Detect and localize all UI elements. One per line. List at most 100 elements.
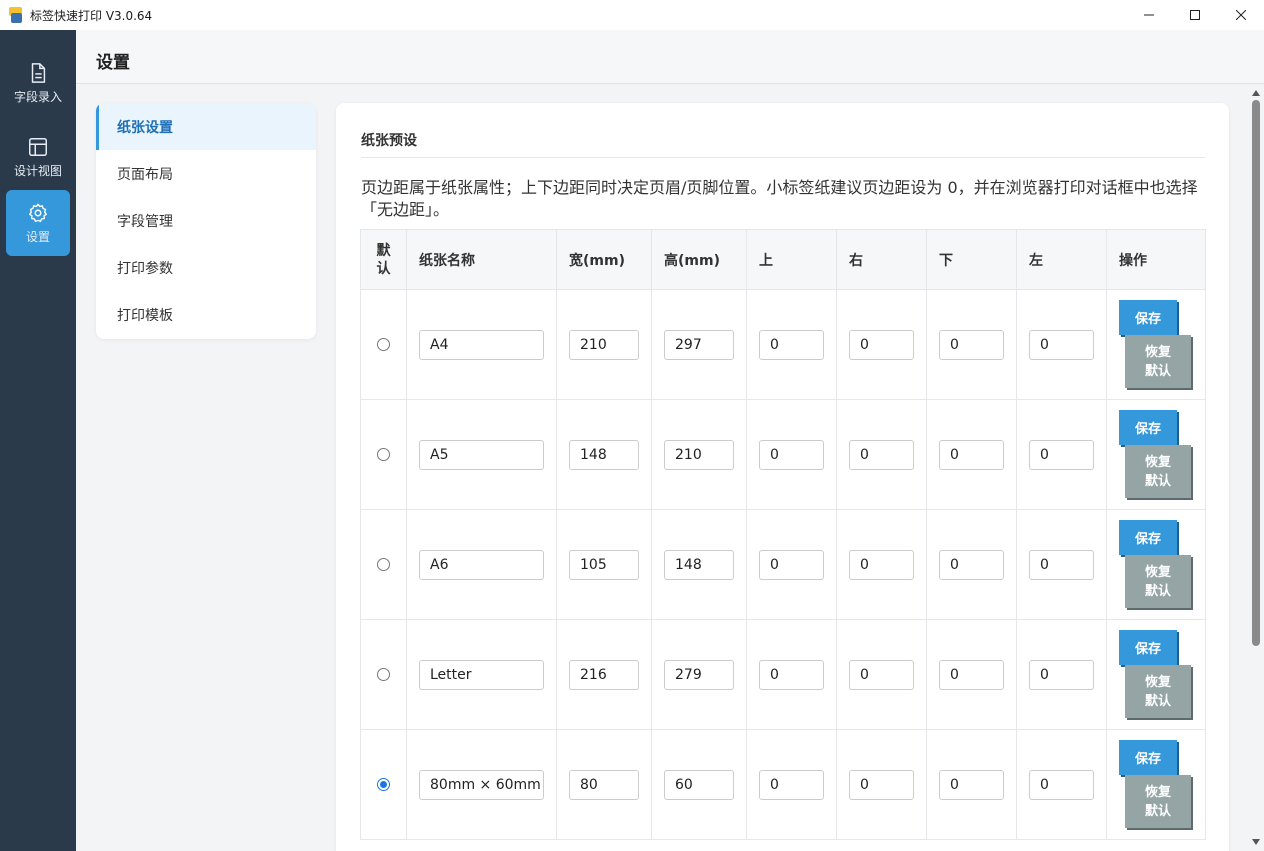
margin-top-cell: 0 <box>746 619 837 730</box>
table-row: Letter 216 279 0 0 0 0 保存 恢复 默认 <box>360 619 1206 730</box>
close-icon <box>1236 10 1246 20</box>
margin-bottom-cell: 0 <box>926 619 1017 730</box>
default-radio[interactable] <box>377 778 390 791</box>
margin-left-cell: 0 <box>1016 619 1107 730</box>
ops-cell: 保存 恢复 默认 <box>1106 729 1206 840</box>
column-header-ops: 操作 <box>1106 229 1206 290</box>
scroll-down-arrow-icon[interactable] <box>1252 839 1260 845</box>
nav-item-settings[interactable]: 设置 <box>6 190 70 256</box>
name-cell: 80mm × 60mm（ <box>406 729 557 840</box>
restore-default-button[interactable]: 恢复 默认 <box>1125 665 1191 718</box>
ops-cell: 保存 恢复 默认 <box>1106 619 1206 730</box>
margin-bottom-input[interactable]: 0 <box>939 659 1004 690</box>
margin-top-input[interactable]: 0 <box>759 659 824 690</box>
nav-item-design-view[interactable]: 设计视图 <box>6 124 70 190</box>
save-button[interactable]: 保存 <box>1119 740 1177 775</box>
width-input[interactable]: 148 <box>569 439 639 470</box>
paper-name-input[interactable]: A4 <box>419 329 544 360</box>
column-header-top: 上 <box>746 229 837 290</box>
margin-top-input[interactable]: 0 <box>759 329 824 360</box>
title-bar: 标签快速打印 V3.0.64 <box>0 0 1264 30</box>
restore-default-button[interactable]: 恢复 默认 <box>1125 775 1191 828</box>
height-input[interactable]: 297 <box>664 329 734 360</box>
default-radio[interactable] <box>377 448 390 461</box>
margin-left-cell: 0 <box>1016 729 1107 840</box>
paper-name-input[interactable]: Letter <box>419 659 544 690</box>
width-cell: 105 <box>556 509 652 620</box>
menu-item-page-layout[interactable]: 页面布局 <box>96 150 316 197</box>
width-cell: 210 <box>556 289 652 400</box>
margin-top-input[interactable]: 0 <box>759 769 824 800</box>
save-button[interactable]: 保存 <box>1119 630 1177 665</box>
save-button[interactable]: 保存 <box>1119 300 1177 335</box>
menu-item-field-management[interactable]: 字段管理 <box>96 197 316 244</box>
margin-right-input[interactable]: 0 <box>849 659 914 690</box>
paper-name-input[interactable]: 80mm × 60mm（ <box>419 769 544 800</box>
menu-item-paper-settings[interactable]: 纸张设置 <box>96 103 316 150</box>
height-input[interactable]: 279 <box>664 659 734 690</box>
margin-bottom-input[interactable]: 0 <box>939 439 1004 470</box>
page-header: 设置 <box>76 30 1264 84</box>
restore-default-button[interactable]: 恢复 默认 <box>1125 555 1191 608</box>
menu-item-print-template[interactable]: 打印模板 <box>96 291 316 338</box>
default-cell <box>360 289 407 400</box>
height-input[interactable]: 60 <box>664 769 734 800</box>
margin-left-cell: 0 <box>1016 289 1107 400</box>
margin-left-input[interactable]: 0 <box>1029 769 1094 800</box>
maximize-icon <box>1190 10 1200 20</box>
ops-cell: 保存 恢复 默认 <box>1106 509 1206 620</box>
margin-bottom-input[interactable]: 0 <box>939 329 1004 360</box>
margin-left-input[interactable]: 0 <box>1029 329 1094 360</box>
margin-top-cell: 0 <box>746 289 837 400</box>
width-input[interactable]: 80 <box>569 769 639 800</box>
margin-top-cell: 0 <box>746 399 837 510</box>
margin-left-input[interactable]: 0 <box>1029 439 1094 470</box>
close-button[interactable] <box>1218 0 1264 30</box>
minimize-button[interactable] <box>1126 0 1172 30</box>
margin-top-input[interactable]: 0 <box>759 549 824 580</box>
margin-bottom-input[interactable]: 0 <box>939 769 1004 800</box>
maximize-button[interactable] <box>1172 0 1218 30</box>
section-title: 纸张预设 <box>361 133 417 149</box>
nav-rail: 字段录入 设计视图 设置 <box>0 30 76 851</box>
height-input[interactable]: 148 <box>664 549 734 580</box>
width-input[interactable]: 105 <box>569 549 639 580</box>
default-radio[interactable] <box>377 558 390 571</box>
nav-item-field-entry[interactable]: 字段录入 <box>6 50 70 116</box>
nav-item-label: 字段录入 <box>13 89 62 104</box>
margin-bottom-input[interactable]: 0 <box>939 549 1004 580</box>
window-title: 标签快速打印 V3.0.64 <box>30 8 153 23</box>
save-button[interactable]: 保存 <box>1119 520 1177 555</box>
column-header-left: 左 <box>1016 229 1107 290</box>
margin-right-input[interactable]: 0 <box>849 329 914 360</box>
margin-right-cell: 0 <box>836 619 927 730</box>
margin-right-input[interactable]: 0 <box>849 439 914 470</box>
margin-left-input[interactable]: 0 <box>1029 659 1094 690</box>
margin-right-input[interactable]: 0 <box>849 769 914 800</box>
scroll-up-arrow-icon[interactable] <box>1252 90 1260 96</box>
settings-menu: 纸张设置 页面布局 字段管理 打印参数 打印模板 <box>96 103 316 339</box>
page-scrollbar[interactable] <box>1248 84 1264 851</box>
save-button[interactable]: 保存 <box>1119 410 1177 445</box>
margin-left-input[interactable]: 0 <box>1029 549 1094 580</box>
margin-bottom-cell: 0 <box>926 289 1017 400</box>
restore-default-button[interactable]: 恢复 默认 <box>1125 445 1191 498</box>
default-cell <box>360 509 407 620</box>
restore-default-button[interactable]: 恢复 默认 <box>1125 335 1191 388</box>
width-input[interactable]: 216 <box>569 659 639 690</box>
paper-name-input[interactable]: A5 <box>419 439 544 470</box>
margin-right-input[interactable]: 0 <box>849 549 914 580</box>
name-cell: A6 <box>406 509 557 620</box>
height-cell: 210 <box>651 399 747 510</box>
height-input[interactable]: 210 <box>664 439 734 470</box>
margin-top-input[interactable]: 0 <box>759 439 824 470</box>
default-radio[interactable] <box>377 338 390 351</box>
default-radio[interactable] <box>377 668 390 681</box>
nav-item-label: 设计视图 <box>13 163 62 178</box>
default-cell <box>360 729 407 840</box>
width-input[interactable]: 210 <box>569 329 639 360</box>
scrollbar-thumb[interactable] <box>1252 100 1260 646</box>
width-cell: 216 <box>556 619 652 730</box>
menu-item-print-params[interactable]: 打印参数 <box>96 244 316 291</box>
paper-name-input[interactable]: A6 <box>419 549 544 580</box>
